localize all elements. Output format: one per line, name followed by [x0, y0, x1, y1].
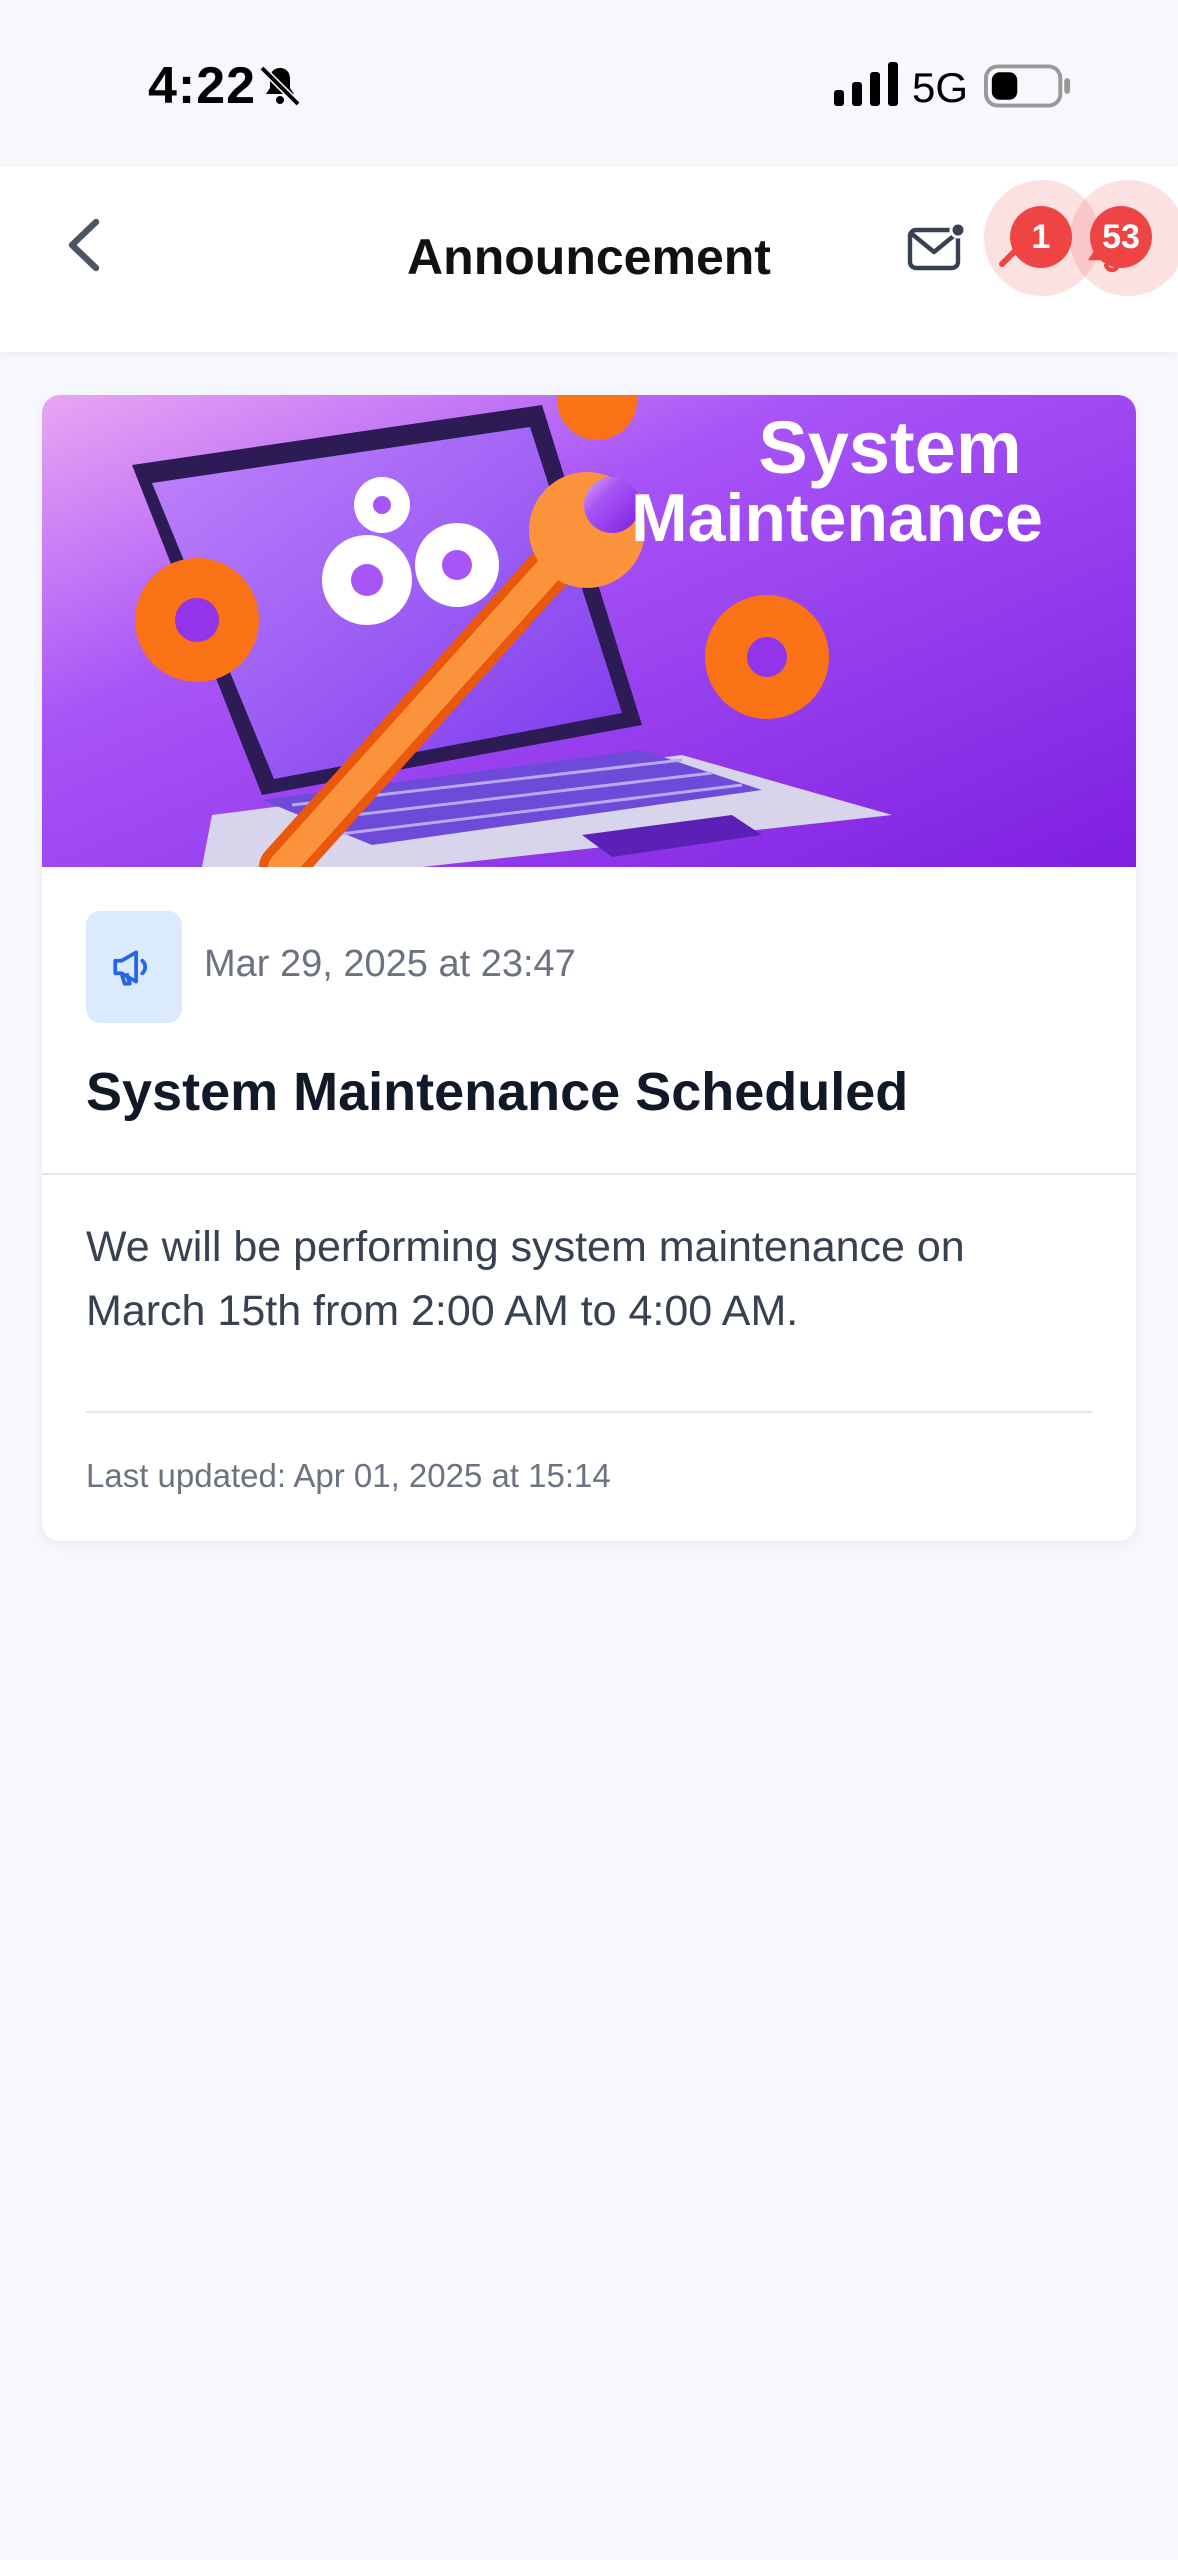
tools-badge: 1: [1010, 206, 1072, 268]
maintenance-banner-image: System Maintenance: [42, 395, 1136, 867]
bell-muted-icon: [259, 65, 301, 107]
last-updated-text: Last updated: Apr 01, 2025 at 15:14: [86, 1457, 611, 1494]
battery-icon: [984, 64, 1071, 108]
announcement-body: We will be performing system maintenance…: [86, 1223, 965, 1335]
announcement-title: System Maintenance Scheduled: [86, 1062, 909, 1122]
divider: [86, 1411, 1092, 1413]
status-bar: 4:22 5G: [0, 0, 1178, 166]
network-type: 5G: [912, 64, 969, 111]
mail-icon[interactable]: [906, 222, 966, 274]
status-time: 4:22: [148, 57, 257, 115]
announcement-card: System Maintenance Mar 29, 2025 at 23:47…: [42, 395, 1136, 1541]
announcement-date: Mar 29, 2025 at 23:47: [204, 943, 576, 985]
megaphone-icon: [113, 950, 148, 986]
banner-title-line1: System: [758, 406, 1021, 489]
notifications-badge: 53: [1090, 206, 1152, 268]
app-bar: Announcement 1 53: [0, 166, 1178, 352]
signal-icon: [834, 62, 898, 106]
divider: [42, 1173, 1136, 1175]
announcement-type-badge: [86, 911, 182, 1023]
banner-title-line2: Maintenance: [631, 480, 1043, 556]
